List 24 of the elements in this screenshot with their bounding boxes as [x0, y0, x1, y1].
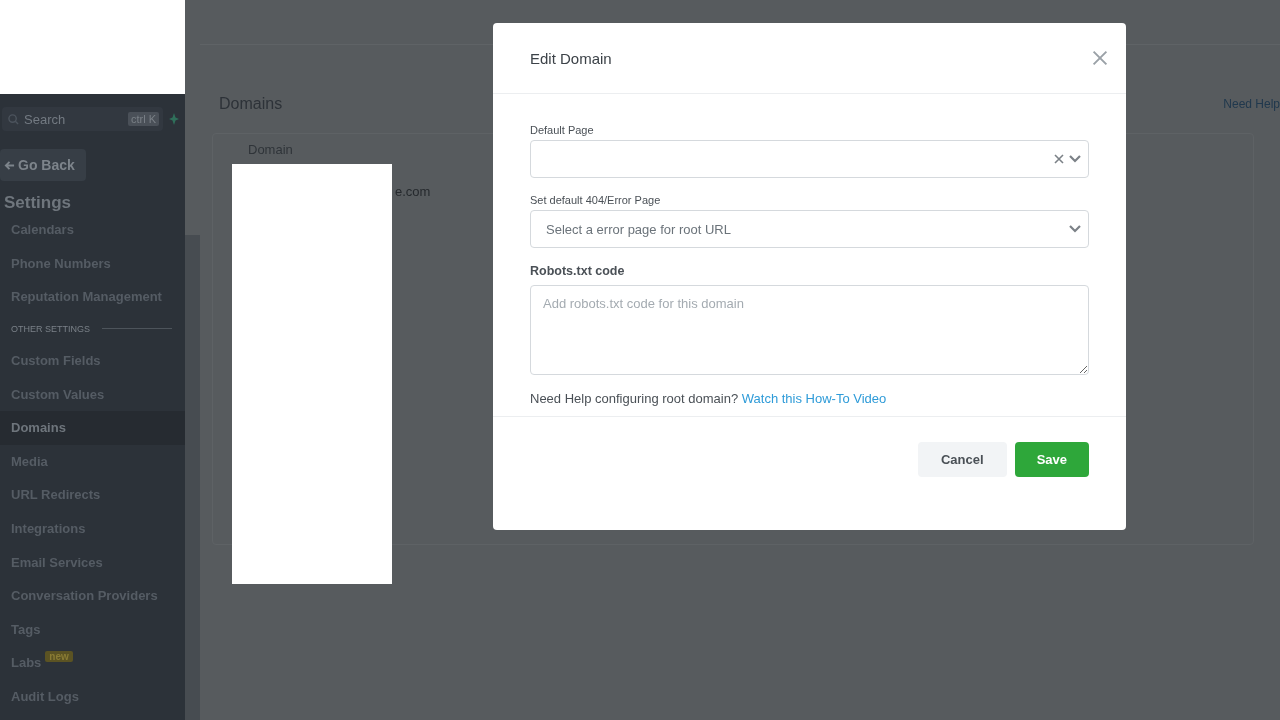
go-back-button[interactable]: Go Back — [0, 149, 86, 181]
chevron-down-icon[interactable] — [1068, 154, 1082, 164]
help-text: Need Help configuring root domain? Watch this How-To Video — [530, 391, 888, 406]
select-field[interactable]: Select a error page for root URL — [530, 210, 1089, 248]
field-label: Default Page — [530, 124, 595, 136]
robots-code-field[interactable]: Add robots.txt code for this domain — [530, 285, 1089, 375]
cancel-button[interactable]: Cancel — [918, 442, 1007, 477]
select-field[interactable] — [530, 140, 1089, 178]
dialog-title: Edit Domain — [530, 49, 612, 67]
search-placeholder: Search — [24, 111, 66, 127]
section-label: OTHER SETTINGS — [11, 323, 90, 334]
scrollbar[interactable] — [185, 235, 200, 720]
save-button[interactable]: Save — [1014, 442, 1089, 477]
clear-icon[interactable] — [1054, 154, 1064, 164]
chevron-down-icon[interactable] — [1068, 224, 1082, 234]
sidebar-item[interactable]: Domains — [0, 410, 185, 445]
field-label: Robots.txt code — [530, 264, 626, 278]
close-button[interactable] — [1092, 50, 1108, 66]
sparkle-icon[interactable] — [169, 113, 179, 125]
search-icon — [8, 113, 19, 125]
settings-heading: Settings — [3, 192, 73, 213]
arrow-left-icon — [4, 159, 15, 171]
field-label: Set default 404/Error Page — [530, 194, 662, 206]
video-link[interactable]: Watch this How-To Video — [741, 391, 887, 406]
